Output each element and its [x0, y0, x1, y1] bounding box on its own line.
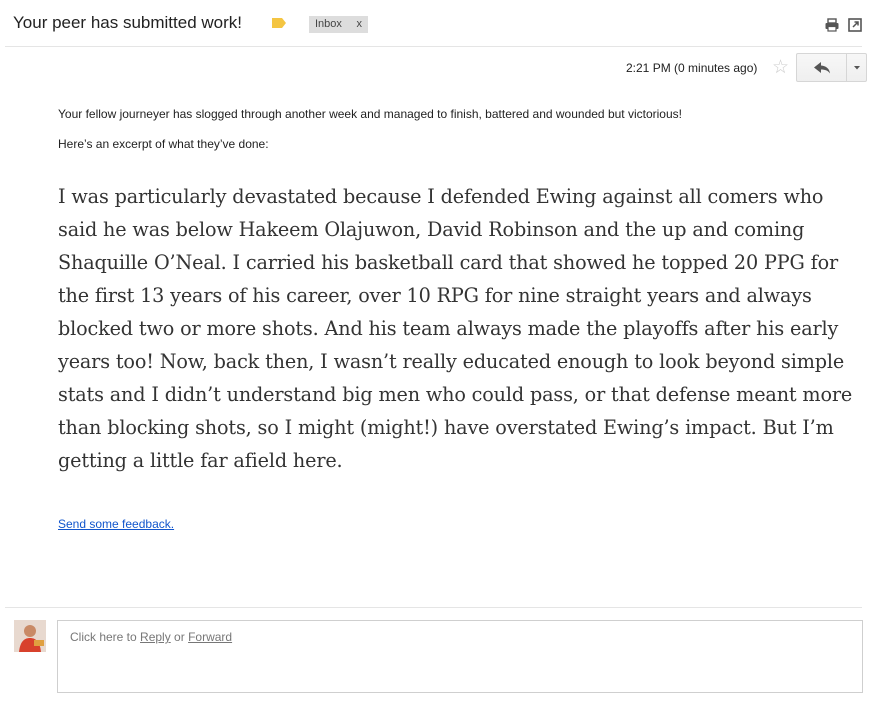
excerpt-intro-text: Here’s an excerpt of what they’ve done: [58, 137, 269, 151]
reply-link[interactable]: Reply [140, 630, 171, 644]
inbox-label-chip: Inbox x [309, 16, 368, 33]
intro-text: Your fellow journeyer has slogged throug… [58, 107, 682, 121]
label-tag-icon[interactable] [272, 18, 286, 28]
message-header: Your peer has submitted work! Inbox x [0, 0, 880, 46]
reply-divider [5, 607, 862, 608]
print-icon[interactable] [825, 18, 839, 32]
inbox-label-text: Inbox [315, 18, 342, 30]
new-window-icon[interactable] [848, 18, 862, 32]
reply-button[interactable] [797, 54, 846, 81]
reply-icon [814, 62, 830, 74]
chevron-down-icon [854, 66, 860, 70]
message-subject: Your peer has submitted work! [13, 13, 242, 32]
submission-excerpt: I was particularly devastated because I … [58, 185, 853, 472]
reply-prompt: Click here to Reply or Forward [70, 630, 232, 644]
reply-box[interactable]: Click here to Reply or Forward [57, 620, 863, 693]
remove-label-button[interactable]: x [357, 16, 363, 33]
reply-prompt-or: or [170, 630, 189, 644]
avatar [14, 620, 46, 652]
header-divider [5, 46, 862, 47]
reply-button-group [796, 53, 867, 82]
more-actions-button[interactable] [847, 54, 867, 81]
send-feedback-link[interactable]: Send some feedback. [58, 517, 174, 531]
star-icon[interactable]: ☆ [772, 58, 789, 78]
message-date: 2:21 PM (0 minutes ago) [626, 61, 758, 75]
reply-prompt-prefix: Click here to [70, 630, 141, 644]
forward-link[interactable]: Forward [188, 630, 232, 644]
